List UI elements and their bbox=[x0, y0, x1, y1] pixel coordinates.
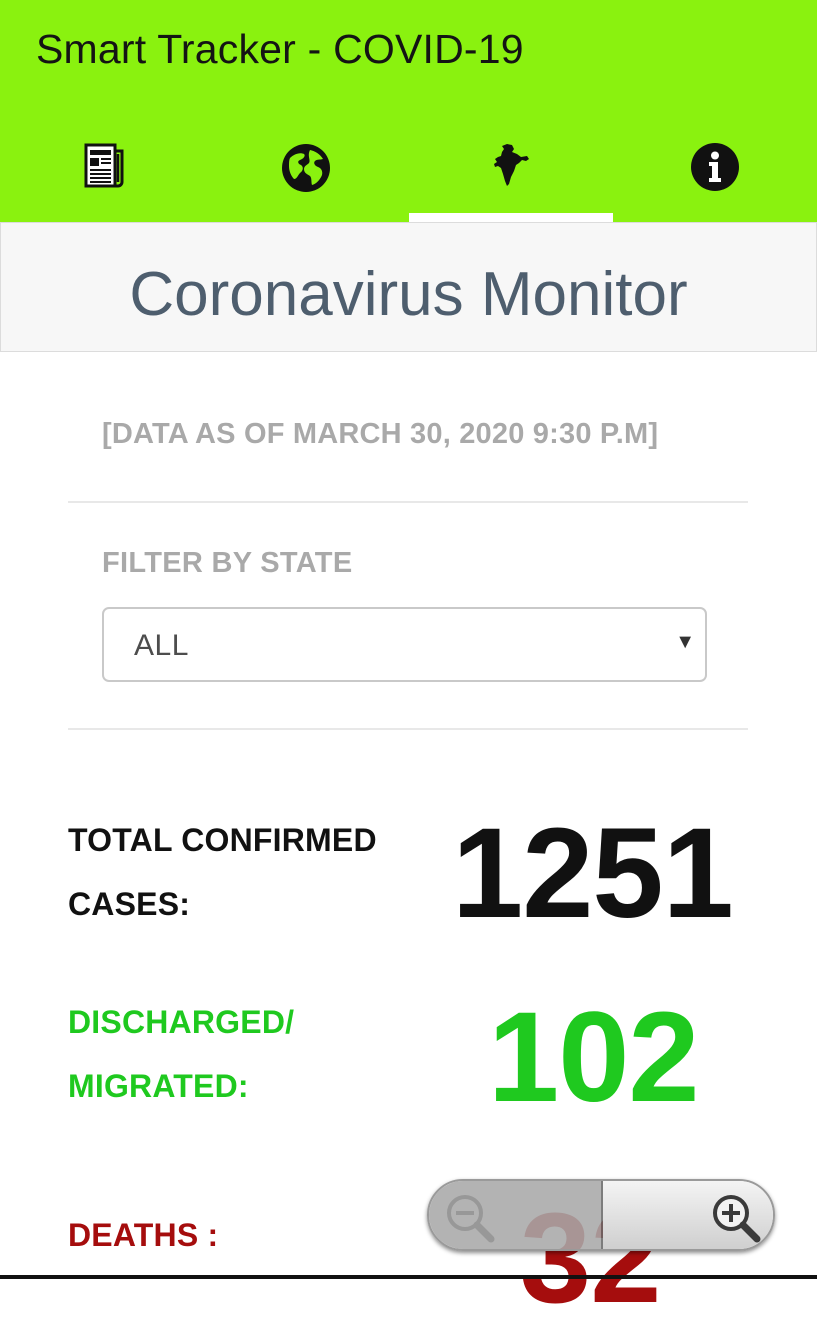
screen-bottom-edge bbox=[0, 1275, 817, 1279]
state-filter-select[interactable]: ALL ▼ bbox=[102, 607, 707, 682]
confirmed-value: 1251 bbox=[452, 802, 734, 945]
newspaper-icon bbox=[77, 142, 127, 195]
zoom-out-icon bbox=[443, 1191, 499, 1248]
page-title: Coronavirus Monitor bbox=[129, 259, 688, 329]
discharged-value: 102 bbox=[488, 986, 700, 1129]
zoom-out-button[interactable] bbox=[429, 1181, 603, 1249]
dropdown-arrow-icon: ▼ bbox=[675, 631, 695, 653]
deaths-label: DEATHS : bbox=[68, 1217, 219, 1253]
tab-indicator bbox=[204, 213, 408, 222]
zoom-control bbox=[427, 1179, 775, 1251]
tab-news[interactable] bbox=[0, 118, 204, 222]
zoom-in-button[interactable] bbox=[603, 1181, 773, 1249]
info-icon bbox=[690, 142, 740, 197]
tab-indicator bbox=[613, 213, 817, 222]
state-filter-value: ALL bbox=[134, 629, 189, 662]
page-header: Coronavirus Monitor bbox=[0, 222, 817, 352]
india-map-icon bbox=[493, 142, 529, 193]
tab-bar bbox=[0, 118, 817, 222]
divider bbox=[68, 728, 748, 730]
zoom-in-icon bbox=[709, 1191, 765, 1248]
app-title: Smart Tracker - COVID-19 bbox=[36, 26, 524, 72]
tab-indicator bbox=[0, 213, 204, 222]
tab-info[interactable] bbox=[613, 118, 817, 222]
app-bar: Smart Tracker - COVID-19 bbox=[0, 0, 817, 222]
tab-indicator bbox=[408, 213, 613, 222]
globe-icon bbox=[280, 142, 332, 199]
confirmed-label: TOTAL CONFIRMED CASES: bbox=[68, 822, 377, 922]
discharged-label: DISCHARGED/ MIGRATED: bbox=[68, 1004, 295, 1104]
data-timestamp: [DATA AS OF MARCH 30, 2020 9:30 P.M] bbox=[102, 418, 659, 450]
divider bbox=[68, 501, 748, 503]
tab-india[interactable] bbox=[408, 118, 613, 222]
filter-label: FILTER BY STATE bbox=[102, 547, 353, 579]
tab-world[interactable] bbox=[204, 118, 408, 222]
